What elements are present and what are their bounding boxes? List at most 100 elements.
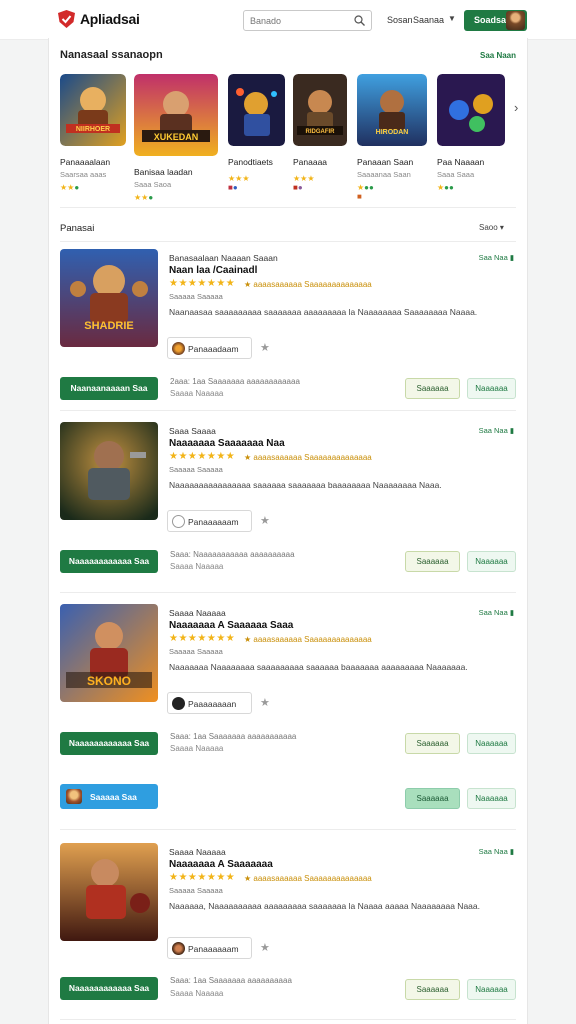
card-title[interactable]: Naaaaaaa A Saaaaaaa <box>169 859 273 870</box>
featured-item-badges: ★●● <box>437 183 454 192</box>
rating-label: ★ aaaasaaaaaa Saaaaaaaaaaaaaa <box>244 280 372 289</box>
search-box[interactable] <box>243 10 372 31</box>
favorite-star-icon[interactable]: ★ <box>260 941 270 954</box>
svg-text:SHADRIE: SHADRIE <box>84 320 134 332</box>
promo-secondary-button[interactable]: Naaaaaa <box>467 788 516 809</box>
list-section-title: Panasai <box>60 223 95 234</box>
publisher-name: Panaaaaaam <box>188 944 239 954</box>
publisher-chip[interactable]: Panaaaaaam <box>167 510 252 532</box>
secondary-button[interactable]: Saaaaaa <box>405 733 460 754</box>
publisher-name: Panaaaaaam <box>188 517 239 527</box>
section-divider <box>60 207 516 208</box>
publisher-avatar <box>172 697 185 710</box>
card-title[interactable]: Naaaaaaa Saaaaaaa Naa <box>169 438 285 449</box>
install-button[interactable]: Naaaaaaaaaaaa Saa <box>60 732 158 755</box>
featured-item-badges: ★★● <box>60 183 80 192</box>
promo-primary-button[interactable]: Saaaaaa <box>405 788 460 809</box>
game-card[interactable]: Saaa Saaaa Naaaaaaa Saaaaaaa Naa ★★★★★★★… <box>60 422 516 577</box>
game-thumbnail[interactable]: XUKEDAN <box>134 74 218 156</box>
card-meta: Saaaaa Saaaaa <box>169 465 223 474</box>
game-thumbnail[interactable]: HIRODAN <box>357 74 427 146</box>
card-description: Naanaasaa saaaaaaaaa saaaaaaa aaaaaaaaa … <box>169 307 478 317</box>
card-meta-line: Saaaa Naaaaa <box>170 989 224 998</box>
publisher-avatar <box>172 342 185 355</box>
game-thumbnail[interactable] <box>437 74 505 146</box>
card-meta-line: Saaa: 1aa Saaaaaaa aaaaaaaaaaa <box>170 732 297 741</box>
featured-section-title: Nanasaal ssanaopn <box>60 49 163 61</box>
game-card[interactable]: Saaaa Naaaaa Naaaaaaa A Saaaaaaa ★★★★★★★… <box>60 843 516 1003</box>
card-description: Naaaaaaa Naaaaaaaa saaaaaaaaa saaaaaa ba… <box>169 662 468 672</box>
featured-item[interactable]: RIDGAFIR Panaaaa ★★★ ■● <box>293 74 347 192</box>
card-subtitle: Saaaa Naaaaa <box>169 847 226 857</box>
details-button[interactable]: Naaaaaa <box>467 378 516 399</box>
install-button[interactable]: Naaaaaaaaaaaa Saa <box>60 550 158 573</box>
chevron-down-icon[interactable]: ▼ <box>448 14 456 23</box>
rating-stars: ★★★★★★★ <box>169 872 236 883</box>
card-description: Naaaaaa, Naaaaaaaaaa aaaaaaaaa saaaaaaa … <box>169 901 480 911</box>
game-thumbnail[interactable] <box>228 74 285 146</box>
featured-item-name: Banisaa laadan <box>134 167 193 177</box>
card-meta-line: Saaaa Naaaaa <box>170 744 224 753</box>
svg-text:XUKEDAN: XUKEDAN <box>154 132 199 142</box>
card-meta: Saaaaa Saaaaa <box>169 647 223 656</box>
featured-item-name: Panaaaalaan <box>60 157 111 167</box>
game-thumbnail[interactable]: RIDGAFIR <box>293 74 347 146</box>
price-tag: Saa Naa ▮ <box>478 253 514 262</box>
publisher-avatar <box>172 515 185 528</box>
featured-item-name: Panodtiaets <box>228 157 273 167</box>
secondary-button[interactable]: Saaaaaa <box>405 551 460 572</box>
featured-item-name: Paa Naaaan <box>437 157 485 167</box>
favorite-star-icon[interactable]: ★ <box>260 696 270 709</box>
promo-thumbnail <box>66 789 82 804</box>
featured-item[interactable]: XUKEDAN Banisaa laadan Saaa Saoa ★★● <box>134 74 218 202</box>
featured-item-badges: ★★★ ■● <box>228 174 250 192</box>
install-button[interactable]: Naanaanaaaan Saa <box>60 377 158 400</box>
featured-item[interactable]: HIRODAN Panaaan Saan Saaaanaa Saan ★●● ■ <box>357 74 427 201</box>
favorite-star-icon[interactable]: ★ <box>260 514 270 527</box>
card-meta-line: Saaaa Naaaaa <box>170 389 224 398</box>
rating-stars: ★★★★★★★ <box>169 633 236 644</box>
featured-item[interactable]: Paa Naaaan Saaa Saaa ★●● <box>437 74 505 192</box>
brand-name[interactable]: Apliadsai <box>80 11 140 27</box>
game-card[interactable]: SHADRIE Banasaalaan Naaaan Saaan Naan la… <box>60 249 516 404</box>
install-button[interactable]: Naaaaaaaaaaaa Saa <box>60 977 158 1000</box>
user-avatar[interactable] <box>506 11 525 30</box>
game-art[interactable] <box>60 422 158 520</box>
promo-banner[interactable]: Saaaaa Saa <box>60 784 158 809</box>
nav-link-1[interactable]: Sosan <box>387 15 413 25</box>
search-input[interactable] <box>250 11 350 31</box>
game-card[interactable]: SKONO Saaaa Naaaaa Naaaaaaa A Saaaaaa Sa… <box>60 604 516 759</box>
promo-label: Saaaaa Saa <box>90 792 137 802</box>
details-button[interactable]: Naaaaaa <box>467 733 516 754</box>
game-art[interactable]: SHADRIE <box>60 249 158 347</box>
chevron-right-icon[interactable]: › <box>514 100 518 115</box>
details-button[interactable]: Naaaaaa <box>467 979 516 1000</box>
featured-item-name: Panaaan Saan <box>357 157 414 167</box>
game-art[interactable] <box>60 843 158 941</box>
card-meta-line: Saaaa Naaaaa <box>170 562 224 571</box>
card-divider <box>60 829 516 830</box>
secondary-button[interactable]: Saaaaaa <box>405 378 460 399</box>
rating-label: ★ aaaasaaaaaa Saaaaaaaaaaaaaa <box>244 635 372 644</box>
card-title[interactable]: Naan laa /Caainadl <box>169 265 257 276</box>
card-title[interactable]: Naaaaaaa A Saaaaaa Saaa <box>169 620 293 631</box>
publisher-name: Panaaadaam <box>188 344 239 354</box>
game-thumbnail[interactable]: NIIRHOER <box>60 74 126 146</box>
secondary-button[interactable]: Saaaaaa <box>405 979 460 1000</box>
search-icon[interactable] <box>354 15 365 26</box>
game-art[interactable]: SKONO <box>60 604 158 702</box>
details-button[interactable]: Naaaaaa <box>467 551 516 572</box>
publisher-chip[interactable]: Panaaaaaam <box>167 937 252 959</box>
card-meta-line: Saaa: Naaaaaaaaaaa aaaaaaaaaa <box>170 550 295 559</box>
nav-link-2[interactable]: Saanaa <box>413 15 444 25</box>
featured-item-sub: Saaa Saaa <box>437 170 475 179</box>
featured-item[interactable]: NIIRHOER Panaaaalaan Saarsaa aaas ★★● <box>60 74 126 192</box>
see-all-link[interactable]: Saa Naan <box>480 51 516 60</box>
featured-item[interactable]: Panodtiaets ★★★ ■● <box>228 74 285 192</box>
svg-text:RIDGAFIR: RIDGAFIR <box>306 129 336 135</box>
featured-item-badges: ★★★ ■● <box>293 174 315 192</box>
favorite-star-icon[interactable]: ★ <box>260 341 270 354</box>
publisher-chip[interactable]: Panaaadaam <box>167 337 252 359</box>
sort-dropdown[interactable]: Saoo ▾ <box>479 223 504 232</box>
publisher-chip[interactable]: Paaaaaaaan <box>167 692 252 714</box>
